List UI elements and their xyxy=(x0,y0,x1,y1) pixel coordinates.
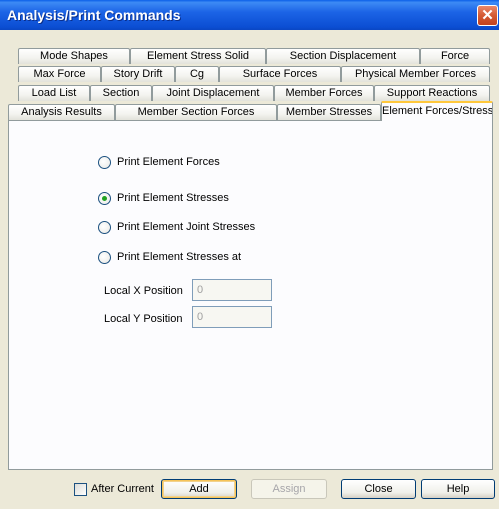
radio-button-unchecked[interactable] xyxy=(98,155,111,169)
print-element-stresses-label: Print Element Stresses xyxy=(117,192,229,204)
help-button[interactable]: Help xyxy=(421,479,495,499)
tab-element-stress-solid[interactable]: Element Stress Solid xyxy=(130,48,266,64)
print-element-joint-stresses-option[interactable]: Print Element Joint Stresses xyxy=(98,219,255,235)
radio-button-unchecked[interactable] xyxy=(98,250,111,264)
local-y-position-input[interactable]: 0 xyxy=(192,306,272,328)
local-y-position-label: Local Y Position xyxy=(104,313,183,325)
close-button[interactable]: Close xyxy=(341,479,416,499)
tab-support-reactions[interactable]: Support Reactions xyxy=(374,85,490,101)
title-bar[interactable]: Analysis/Print Commands ✕ xyxy=(0,0,499,30)
tab-analysis-results[interactable]: Analysis Results xyxy=(8,104,115,120)
tab-joint-displacement[interactable]: Joint Displacement xyxy=(152,85,274,101)
tab-max-force[interactable]: Max Force xyxy=(18,66,101,82)
tab-section-displacement[interactable]: Section Displacement xyxy=(266,48,420,64)
print-element-forces-option[interactable]: Print Element Forces xyxy=(98,154,220,170)
tab-physical-member-forces[interactable]: Physical Member Forces xyxy=(341,66,490,82)
after-current-label: After Current xyxy=(91,483,154,495)
add-button[interactable]: Add xyxy=(161,479,237,499)
tab-cg[interactable]: Cg xyxy=(175,66,219,82)
local-x-position-label: Local X Position xyxy=(104,285,183,297)
print-element-stresses-option[interactable]: Print Element Stresses xyxy=(98,190,229,206)
print-element-stresses-at-label: Print Element Stresses at xyxy=(117,251,242,263)
close-icon: ✕ xyxy=(481,7,494,24)
analysis-print-dialog: Analysis/Print Commands ✕ Mode Shapes El… xyxy=(0,0,499,509)
tab-member-section-forces[interactable]: Member Section Forces xyxy=(115,104,277,120)
tab-surface-forces[interactable]: Surface Forces xyxy=(219,66,341,82)
tab-story-drift[interactable]: Story Drift xyxy=(101,66,175,82)
after-current-checkbox[interactable] xyxy=(74,483,87,496)
radio-button-unchecked[interactable] xyxy=(98,220,111,234)
radio-button-checked[interactable] xyxy=(98,191,111,205)
close-window-button[interactable]: ✕ xyxy=(477,5,498,26)
print-element-forces-label: Print Element Forces xyxy=(117,156,220,168)
window-title: Analysis/Print Commands xyxy=(7,7,181,23)
print-element-stresses-at-option[interactable]: Print Element Stresses at xyxy=(98,249,241,265)
tab-force[interactable]: Force xyxy=(420,48,490,64)
tab-member-forces[interactable]: Member Forces xyxy=(274,85,374,101)
print-element-joint-stresses-label: Print Element Joint Stresses xyxy=(117,221,256,233)
tab-section[interactable]: Section xyxy=(90,85,152,101)
tab-mode-shapes[interactable]: Mode Shapes xyxy=(18,48,130,64)
tab-element-forces-stresses[interactable]: Element Forces/Stresses xyxy=(381,101,493,121)
tab-member-stresses[interactable]: Member Stresses xyxy=(277,104,381,120)
local-x-position-input[interactable]: 0 xyxy=(192,279,272,301)
tab-load-list[interactable]: Load List xyxy=(18,85,90,101)
assign-button[interactable]: Assign xyxy=(251,479,327,499)
